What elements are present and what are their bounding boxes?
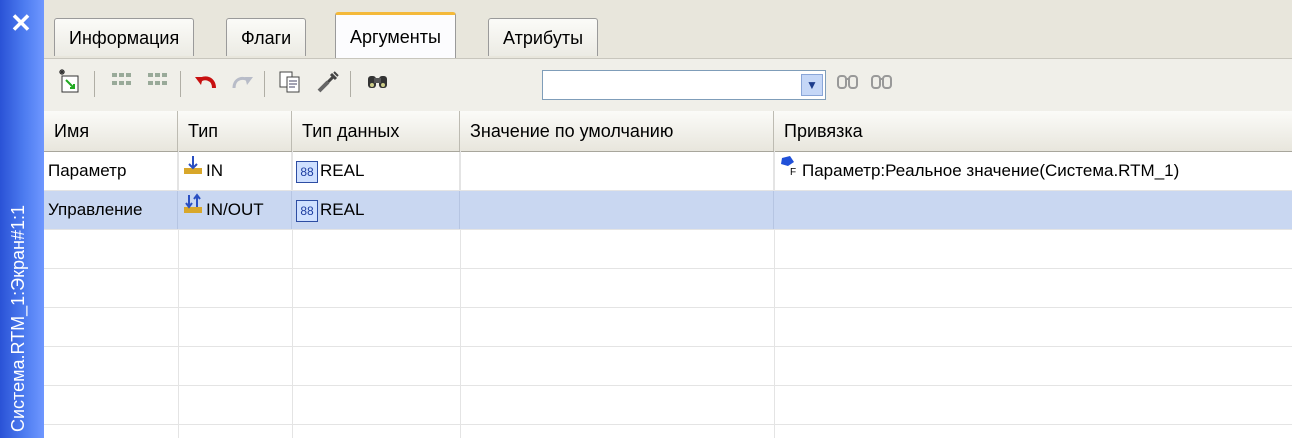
data-type-icon: 88 <box>296 199 318 222</box>
binding-label: Параметр:Реальное значение(Система.RTM_1… <box>802 161 1180 180</box>
tab-arguments[interactable]: Аргументы <box>335 12 456 58</box>
cell-default-value <box>460 191 774 229</box>
cell-binding: F Параметр:Реальное значение(Система.RTM_… <box>774 152 1292 190</box>
tab-flags[interactable]: Флаги <box>226 18 307 56</box>
chevron-down-icon[interactable]: ▼ <box>801 74 823 96</box>
panel-caption: Система.RTM_1:Экран#1:1 <box>8 205 28 432</box>
find-icon[interactable] <box>362 68 394 100</box>
undo-icon[interactable] <box>190 68 222 100</box>
cell-data-type: 88 REAL <box>292 152 460 190</box>
svg-text:F: F <box>790 167 796 176</box>
tab-attributes[interactable]: Атрибуты <box>488 18 599 56</box>
cell-data-type: 88 REAL <box>292 191 460 229</box>
tab-bar: Информация Флаги Аргументы Атрибуты <box>44 0 1292 58</box>
cell-binding <box>774 191 1292 229</box>
column-header-type[interactable]: Тип <box>178 111 292 151</box>
column-header-default-value[interactable]: Значение по умолчанию <box>460 111 774 151</box>
type-label: IN <box>206 161 223 180</box>
tab-information[interactable]: Информация <box>54 18 195 56</box>
find-prev-icon[interactable] <box>866 68 898 100</box>
arrow-in-out-icon <box>182 192 204 229</box>
empty-row <box>44 386 1292 425</box>
arrow-in-icon <box>182 153 204 190</box>
side-panel: ✕ Система.RTM_1:Экран#1:1 <box>0 0 44 438</box>
data-type-icon: 88 <box>296 160 318 183</box>
column-header-data-type[interactable]: Тип данных <box>292 111 460 151</box>
data-type-label: REAL <box>320 200 365 219</box>
empty-row <box>44 308 1292 347</box>
close-icon[interactable]: ✕ <box>6 8 36 38</box>
empty-row <box>44 230 1292 269</box>
redo-icon[interactable] <box>226 68 258 100</box>
empty-row <box>44 269 1292 308</box>
column-header-binding[interactable]: Привязка <box>774 111 1292 151</box>
data-type-label: REAL <box>320 161 365 180</box>
link-icon[interactable] <box>312 68 344 100</box>
grid-icon-2[interactable] <box>142 68 174 100</box>
arguments-table: Имя Тип Тип данных Значение по умолчанию… <box>44 111 1292 438</box>
cell-name: Параметр <box>44 152 178 190</box>
column-header-name[interactable]: Имя <box>44 111 178 151</box>
cell-type: IN/OUT <box>178 191 292 229</box>
table-row[interactable]: Управление IN/OUT 88 REAL <box>44 191 1292 230</box>
cell-type: IN <box>178 152 292 190</box>
empty-row <box>44 347 1292 386</box>
find-next-icon[interactable] <box>832 68 864 100</box>
copy-icon[interactable] <box>274 68 306 100</box>
parameter-binding-icon: F <box>778 153 800 190</box>
search-combobox[interactable]: ▼ <box>542 70 826 100</box>
new-argument-icon[interactable] <box>54 68 86 100</box>
table-row[interactable]: Параметр IN 88 REAL F Параметр:Реальное зн… <box>44 152 1292 191</box>
cell-name: Управление <box>44 191 178 229</box>
type-label: IN/OUT <box>206 200 264 219</box>
cell-default-value <box>460 152 774 190</box>
table-header: Имя Тип Тип данных Значение по умолчанию… <box>44 111 1292 152</box>
toolbar: ▼ <box>44 58 1292 112</box>
grid-icon[interactable] <box>106 68 138 100</box>
